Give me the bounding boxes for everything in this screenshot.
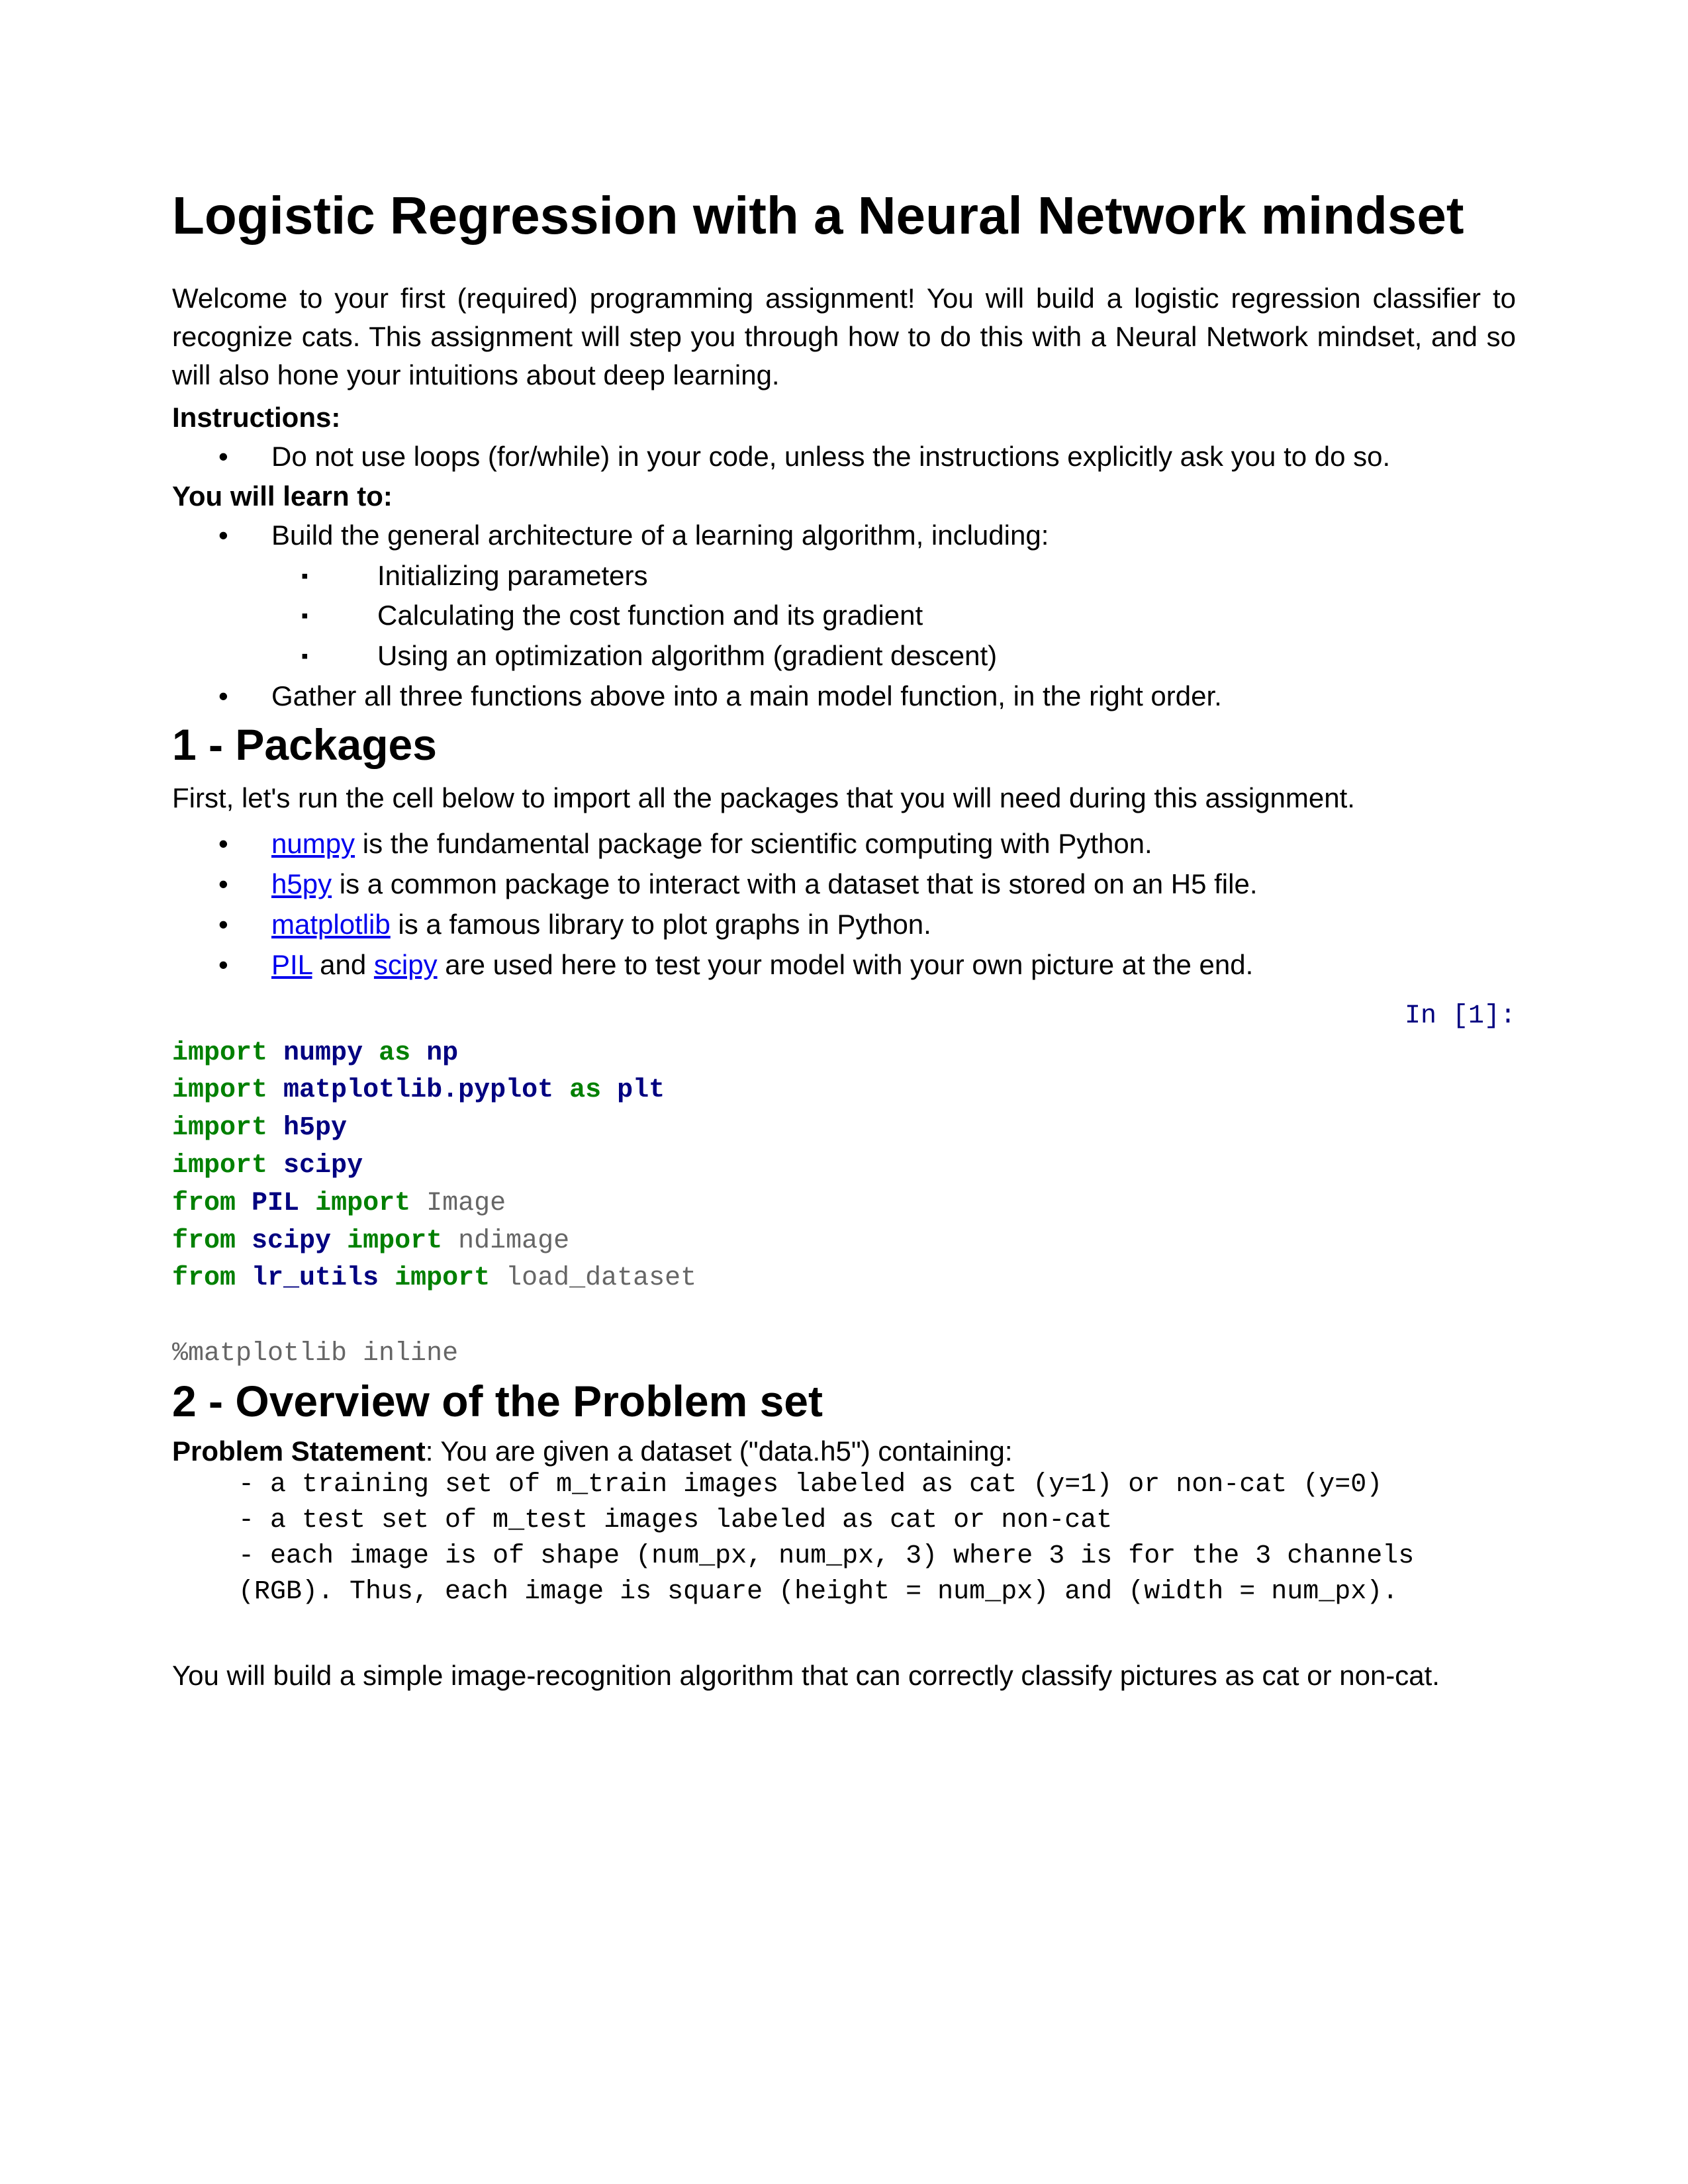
- code-module: scipy: [283, 1151, 363, 1181]
- code-keyword: import: [315, 1189, 410, 1218]
- numpy-link[interactable]: numpy: [271, 828, 355, 859]
- closing-paragraph: You will build a simple image-recognitio…: [172, 1657, 1516, 1695]
- problem-block: - a training set of m_train images label…: [172, 1467, 1516, 1610]
- packages-intro: First, let's run the cell below to impor…: [172, 779, 1516, 817]
- h5py-link[interactable]: h5py: [271, 868, 332, 899]
- code-keyword: import: [172, 1113, 267, 1143]
- code-name: Image: [426, 1189, 506, 1218]
- section-heading-overview: 2 - Overview of the Problem set: [172, 1376, 1516, 1426]
- scipy-link[interactable]: scipy: [374, 949, 438, 980]
- code-keyword: as: [379, 1038, 410, 1068]
- learn-sublist: Initializing parameters Calculating the …: [172, 556, 1516, 677]
- list-text: is the fundamental package for scientifi…: [355, 828, 1152, 859]
- code-name: ndimage: [458, 1226, 569, 1256]
- code-keyword: import: [395, 1263, 490, 1293]
- problem-label: Problem Statement: [172, 1435, 426, 1467]
- list-item: PIL and scipy are used here to test your…: [172, 945, 1516, 985]
- list-text: is a famous library to plot graphs in Py…: [391, 909, 931, 940]
- list-item: Initializing parameters: [172, 556, 1516, 596]
- list-item: Gather all three functions above into a …: [172, 676, 1516, 717]
- block-line: - a training set of m_train images label…: [238, 1467, 1516, 1503]
- list-text: and: [312, 949, 373, 980]
- code-module: h5py: [283, 1113, 347, 1143]
- code-keyword: from: [172, 1189, 236, 1218]
- section-heading-packages: 1 - Packages: [172, 719, 1516, 770]
- code-keyword: from: [172, 1226, 236, 1256]
- code-magic: %matplotlib inline: [172, 1339, 458, 1369]
- code-module: PIL: [252, 1189, 299, 1218]
- code-keyword: import: [172, 1038, 267, 1068]
- code-keyword: import: [172, 1151, 267, 1181]
- list-item: Using an optimization algorithm (gradien…: [172, 636, 1516, 676]
- intro-paragraph: Welcome to your first (required) program…: [172, 279, 1516, 394]
- list-item: Do not use loops (for/while) in your cod…: [172, 437, 1516, 477]
- problem-desc: : You are given a dataset ("data.h5") co…: [426, 1435, 1013, 1467]
- code-module: scipy: [252, 1226, 331, 1256]
- list-item: Calculating the cost function and its gr…: [172, 596, 1516, 636]
- code-alias: np: [426, 1038, 458, 1068]
- pil-link[interactable]: PIL: [271, 949, 312, 980]
- code-module: numpy: [283, 1038, 363, 1068]
- instructions-label: Instructions:: [172, 398, 1516, 437]
- code-keyword: from: [172, 1263, 236, 1293]
- code-module: matplotlib.pyplot: [283, 1075, 553, 1105]
- code-module: lr_utils: [252, 1263, 379, 1293]
- learn-list: Build the general architecture of a lear…: [172, 516, 1516, 556]
- code-keyword: import: [172, 1075, 267, 1105]
- list-item: Build the general architecture of a lear…: [172, 516, 1516, 556]
- block-line: - each image is of shape (num_px, num_px…: [238, 1539, 1516, 1610]
- packages-list: numpy is the fundamental package for sci…: [172, 824, 1516, 985]
- list-text: Do not use loops (for/while) in your cod…: [271, 441, 1390, 472]
- list-text: is a common package to interact with a d…: [332, 868, 1257, 899]
- block-line: - a test set of m_test images labeled as…: [238, 1503, 1516, 1539]
- cell-input-label: In [1]:: [172, 1001, 1516, 1031]
- page-title: Logistic Regression with a Neural Networ…: [172, 185, 1516, 246]
- list-item: numpy is the fundamental package for sci…: [172, 824, 1516, 864]
- problem-statement-line: Problem Statement: You are given a datas…: [172, 1435, 1516, 1467]
- code-keyword: import: [347, 1226, 442, 1256]
- list-item: matplotlib is a famous library to plot g…: [172, 905, 1516, 945]
- matplotlib-link[interactable]: matplotlib: [271, 909, 391, 940]
- code-cell: import numpy as np import matplotlib.pyp…: [172, 1035, 1516, 1373]
- code-name: load_dataset: [506, 1263, 696, 1293]
- list-item: h5py is a common package to interact wit…: [172, 864, 1516, 905]
- learn-list-2: Gather all three functions above into a …: [172, 676, 1516, 717]
- list-text: are used here to test your model with yo…: [438, 949, 1254, 980]
- learn-label: You will learn to:: [172, 477, 1516, 516]
- code-keyword: as: [569, 1075, 601, 1105]
- instructions-list: Do not use loops (for/while) in your cod…: [172, 437, 1516, 477]
- code-alias: plt: [617, 1075, 665, 1105]
